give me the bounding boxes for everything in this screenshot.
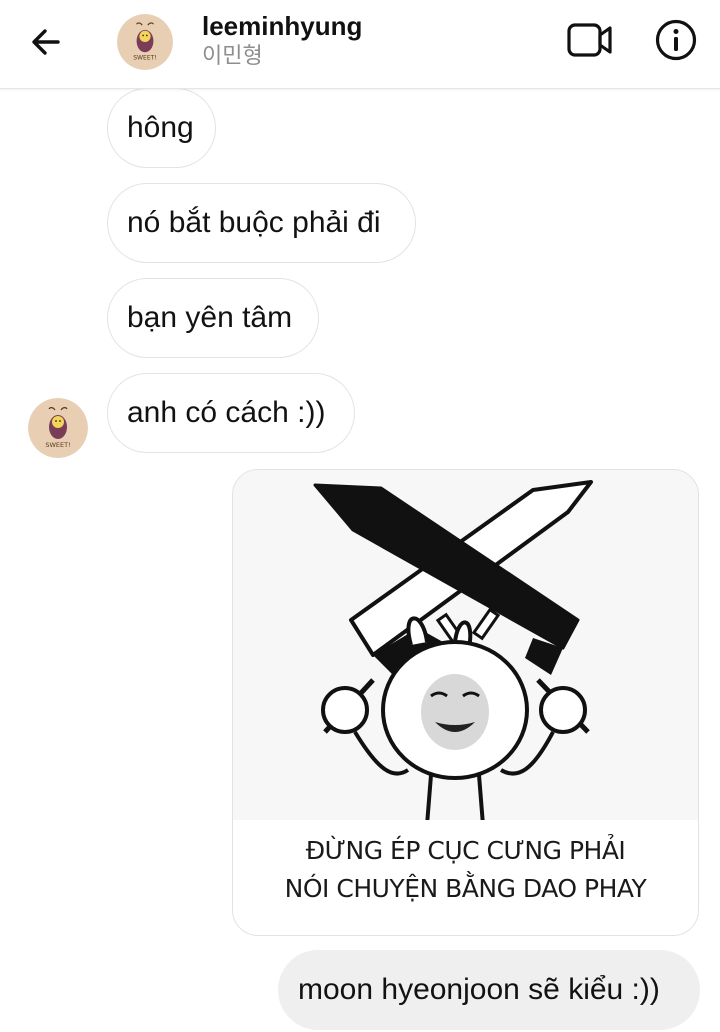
sweet-potato-avatar-icon: SWEET!: [117, 14, 173, 70]
message-text: moon hyeonjoon sẽ kiểu :)): [298, 973, 660, 1006]
back-arrow-icon: [32, 29, 60, 55]
avatar-label: SWEET!: [133, 55, 157, 62]
message-text: nó bắt buộc phải đi: [127, 206, 381, 239]
message-text: anh có cách :)): [127, 396, 326, 429]
meme-caption-line2: NÓI CHUYỆN BẰNG DAO PHAY: [284, 874, 647, 903]
message-bubble-incoming[interactable]: nó bắt buộc phải đi: [107, 183, 416, 263]
message-bubble-incoming[interactable]: hông: [107, 88, 216, 168]
video-call-icon: [567, 23, 612, 57]
message-bubble-outgoing[interactable]: moon hyeonjoon sẽ kiểu :)): [278, 950, 700, 1030]
message-bubble-incoming[interactable]: bạn yên tâm: [107, 278, 319, 358]
avatar[interactable]: SWEET!: [117, 14, 173, 70]
info-button[interactable]: [654, 18, 698, 62]
back-button[interactable]: [26, 22, 66, 62]
conversation-title[interactable]: leeminhyung 이민형: [202, 10, 362, 72]
info-icon: [655, 19, 697, 61]
display-name: 이민형: [202, 44, 263, 69]
meme-illustration: [233, 470, 698, 830]
video-call-button[interactable]: [566, 20, 616, 60]
avatar-label: SWEET!: [45, 441, 70, 449]
message-bubble-incoming[interactable]: anh có cách :)): [107, 373, 355, 453]
username: leeminhyung: [202, 11, 363, 41]
chat-header: SWEET! leeminhyung 이민형: [0, 0, 720, 89]
meme-caption-line1: ĐỪNG ÉP CỤC CƯNG PHẢI: [305, 836, 626, 865]
sweet-potato-avatar-icon: SWEET!: [28, 398, 88, 458]
image-message[interactable]: ĐỪNG ÉP CỤC CƯNG PHẢI NÓI CHUYỆN BẰNG DA…: [232, 469, 699, 936]
sender-avatar[interactable]: SWEET!: [28, 398, 88, 458]
message-text: hông: [127, 111, 194, 144]
message-text: bạn yên tâm: [127, 301, 293, 334]
